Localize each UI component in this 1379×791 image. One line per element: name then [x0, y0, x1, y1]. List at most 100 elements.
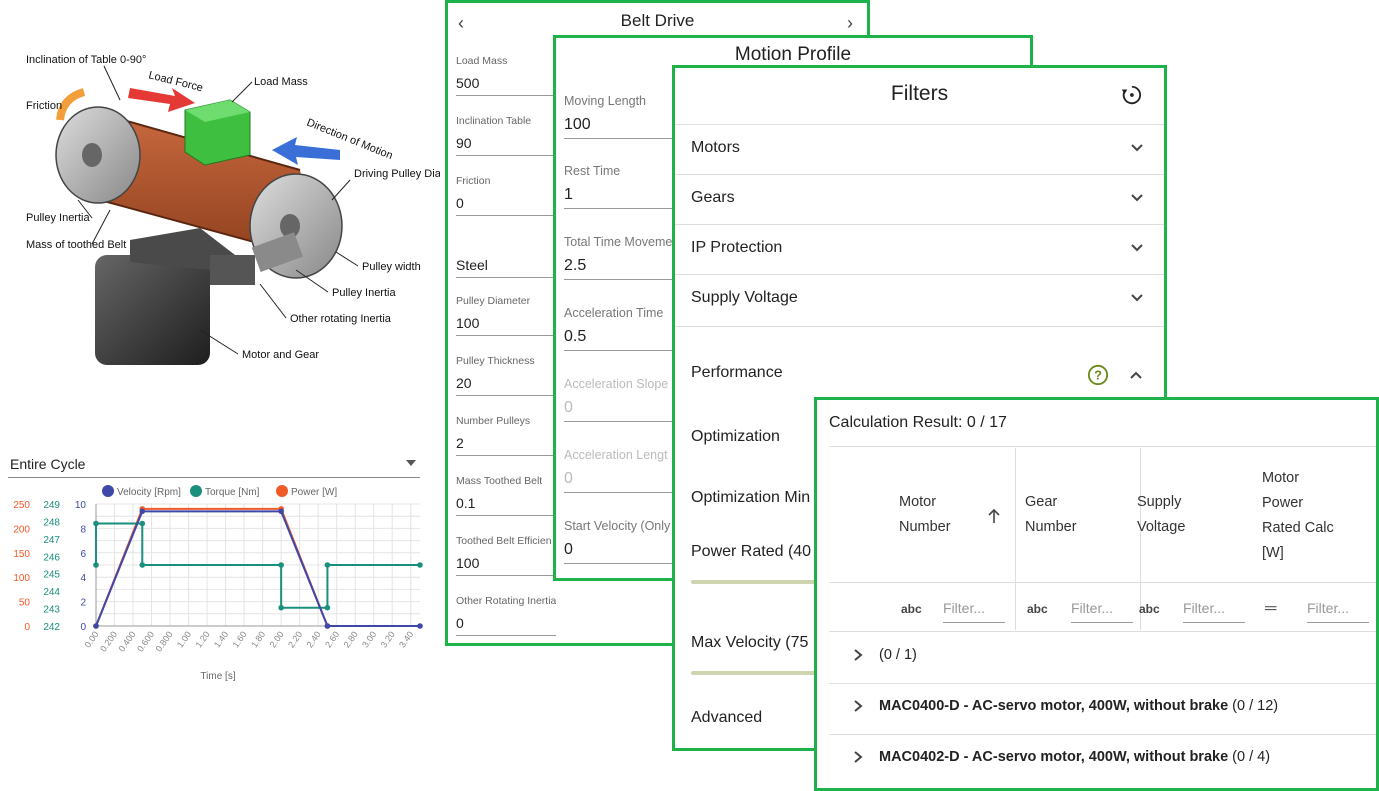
motion-field-value[interactable]: 0 — [564, 470, 676, 488]
motion-field[interactable]: Moving Length 100 — [564, 94, 676, 139]
y-tick-power: 50 — [19, 598, 31, 609]
legend-label: Power [W] — [291, 487, 337, 498]
belt-field-value[interactable]: 100 — [456, 555, 556, 571]
reset-icon[interactable] — [1120, 84, 1142, 106]
belt-field-value[interactable]: 20 — [456, 375, 556, 391]
motion-field-value[interactable]: 1 — [564, 186, 676, 204]
chevron-down-icon[interactable] — [1130, 191, 1144, 205]
x-tick-label: 1.40 — [212, 629, 230, 649]
belt-field-value[interactable]: 500 — [456, 75, 556, 91]
col-motor-number[interactable]: Motor Number — [899, 490, 951, 540]
calculation-results-panel: Calculation Result: 0 / 17 Motor Number … — [814, 397, 1379, 791]
chevron-right-icon[interactable] — [851, 699, 865, 713]
motion-field-value[interactable]: 100 — [564, 116, 676, 134]
belt-field-value[interactable]: 0.1 — [456, 495, 556, 511]
chevron-down-icon[interactable] — [1130, 241, 1144, 255]
filter-placeholder: Filter... — [1183, 600, 1226, 616]
filter-section[interactable]: Gears — [675, 174, 1164, 224]
col-gear-number[interactable]: Gear Number — [1025, 490, 1077, 540]
cycle-select[interactable]: Entire Cycle — [8, 454, 420, 478]
belt-field[interactable]: Pulley Thickness 20 — [456, 355, 556, 396]
belt-field[interactable]: Number Pulleys 2 — [456, 415, 556, 456]
motion-field-value[interactable]: 0 — [564, 399, 676, 417]
label-pulley-inertia-right: Pulley Inertia — [332, 287, 396, 299]
next-chevron-icon[interactable]: › — [847, 13, 853, 34]
belt-field[interactable]: Inclination Table 90 — [456, 115, 556, 156]
y-tick-velocity: 6 — [80, 549, 86, 560]
field-underline — [456, 95, 556, 96]
y-tick-torque: 247 — [43, 535, 60, 546]
result-group-row[interactable]: (0 / 1) — [829, 632, 1376, 682]
series-point — [139, 562, 146, 568]
results-title: Calculation Result: 0 / 17 — [829, 414, 1007, 431]
x-tick-label: 3.40 — [397, 629, 415, 649]
performance-label[interactable]: Performance — [691, 364, 783, 382]
help-icon[interactable]: ? — [1087, 364, 1109, 386]
result-group-row[interactable]: MAC0402-D - AC-servo motor, 400W, withou… — [829, 734, 1376, 784]
belt-field-value[interactable]: 0 — [456, 615, 556, 631]
result-group-count: (0 / 12) — [1228, 698, 1279, 714]
motion-field-label: Acceleration Slope — [564, 377, 669, 391]
advanced-label[interactable]: Advanced — [691, 709, 762, 727]
field-underline — [456, 395, 556, 396]
chevron-down-icon[interactable] — [1130, 141, 1144, 155]
x-tick-label: 1.20 — [193, 629, 211, 649]
motion-field-label: Total Time Moveme — [564, 235, 673, 249]
max-velocity-label: Max Velocity (75 — [691, 634, 809, 651]
belt-field[interactable]: Pulley Diameter 100 — [456, 295, 556, 336]
belt-field-label: Other Rotating Inertia — [456, 595, 556, 607]
belt-field[interactable]: Friction 0 — [456, 175, 556, 216]
belt-field[interactable]: Load Mass 500 — [456, 55, 556, 96]
motion-field-value[interactable]: 0.5 — [564, 328, 676, 346]
series-point — [417, 623, 423, 629]
y-tick-torque: 242 — [43, 622, 60, 633]
chevron-up-icon[interactable] — [1129, 368, 1143, 382]
text-filter-icon: abc — [901, 602, 922, 616]
filter-section[interactable]: Supply Voltage — [675, 274, 1164, 324]
filter-section[interactable]: IP Protection — [675, 224, 1164, 274]
belt-field-value[interactable]: 90 — [456, 135, 556, 151]
series-point — [139, 520, 146, 527]
motion-field[interactable]: Acceleration Time 0.5 — [564, 306, 676, 351]
dropdown-arrow-icon — [406, 460, 416, 466]
sort-arrow-up-icon[interactable] — [987, 508, 1001, 524]
chevron-right-icon[interactable] — [851, 648, 865, 662]
result-group-name: MAC0402-D - AC-servo motor, 400W, withou… — [879, 749, 1229, 765]
belt-field[interactable]: Mass Toothed Belt 0.1 — [456, 475, 556, 516]
x-tick-label: 2.60 — [323, 629, 341, 649]
filter-section[interactable]: Motors — [675, 124, 1164, 174]
motion-field[interactable]: Start Velocity (Only 0 — [564, 519, 676, 564]
x-tick-label: 2.80 — [342, 629, 360, 649]
motion-field-label: Acceleration Time — [564, 306, 664, 320]
series-point — [417, 562, 423, 568]
y-tick-power: 150 — [13, 549, 30, 560]
prev-chevron-icon[interactable]: ‹ — [458, 13, 464, 34]
result-group-row[interactable]: MAC0400-D - AC-servo motor, 400W, withou… — [829, 683, 1376, 733]
svg-text:?: ? — [1094, 368, 1102, 383]
x-tick-label: 3.20 — [379, 629, 397, 649]
motion-field[interactable]: Total Time Moveme 2.5 — [564, 235, 676, 280]
belt-field-label: Pulley Thickness — [456, 355, 535, 367]
motion-field[interactable]: Acceleration Slope 0 — [564, 377, 676, 422]
field-underline — [456, 575, 556, 576]
motion-field[interactable]: Rest Time 1 — [564, 164, 676, 209]
belt-field[interactable]: Steel — [456, 249, 556, 278]
legend-marker — [102, 485, 114, 497]
motion-field-value[interactable]: 2.5 — [564, 257, 676, 275]
chevron-right-icon[interactable] — [851, 750, 865, 764]
motion-field-value[interactable]: 0 — [564, 541, 676, 559]
motion-field[interactable]: Acceleration Lengt 0 — [564, 448, 676, 493]
text-filter-icon: abc — [1027, 602, 1048, 616]
belt-field[interactable]: Other Rotating Inertia 0 — [456, 595, 556, 636]
col-motor-power[interactable]: Motor Power Rated Calc [W] — [1262, 466, 1334, 566]
col-supply-voltage[interactable]: Supply Voltage — [1137, 490, 1185, 540]
optimization-min-label: Optimization Min — [691, 489, 811, 506]
field-underline — [456, 155, 556, 156]
filter-placeholder: Filter... — [943, 600, 986, 616]
belt-field-value[interactable]: 0 — [456, 195, 556, 211]
belt-field-value[interactable]: Steel — [456, 257, 556, 273]
belt-field-value[interactable]: 2 — [456, 435, 556, 451]
belt-field[interactable]: Toothed Belt Efficien 100 — [456, 535, 556, 576]
chevron-down-icon[interactable] — [1130, 291, 1144, 305]
belt-field-value[interactable]: 100 — [456, 315, 556, 331]
